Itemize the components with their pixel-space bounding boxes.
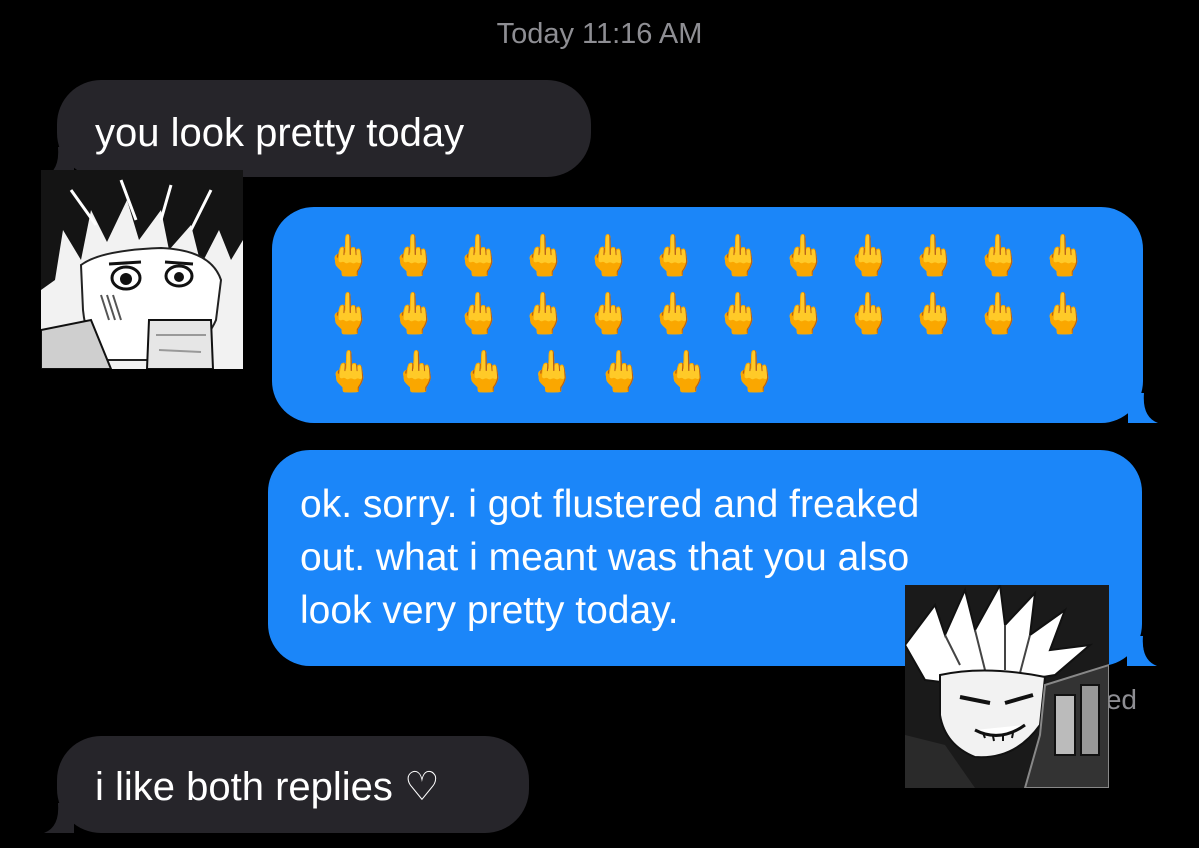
middle-finger-emoji-icon: 🖕 [324,350,375,394]
emoji-row: 🖕 🖕 🖕 🖕 🖕 🖕 🖕 [316,343,1096,401]
manga-avatar-sticker-right [905,585,1109,788]
manga-avatar-sticker-left [41,170,243,369]
conversation-timestamp: Today 11:16 AM [496,18,703,50]
middle-finger-emoji-icon: 🖕 [713,292,764,336]
middle-finger-emoji-icon: 🖕 [908,292,959,336]
middle-finger-emoji-icon: 🖕 [388,234,439,278]
middle-finger-emoji-icon: 🖕 [518,292,569,336]
middle-finger-emoji-icon: 🖕 [662,350,713,394]
middle-finger-emoji-icon: 🖕 [778,292,829,336]
middle-finger-emoji-icon: 🖕 [973,234,1024,278]
bubble-tail-icon [44,803,74,833]
message-text-line: ok. sorry. i got flustered and freaked [300,483,920,526]
message-text-line: out. what i meant was that you also [300,536,910,579]
received-message-bubble[interactable]: you look pretty today [44,80,591,177]
middle-finger-emoji-icon: 🖕 [843,234,894,278]
middle-finger-emoji-icon: 🖕 [973,292,1024,336]
middle-finger-emoji-icon: 🖕 [527,350,578,394]
middle-finger-emoji-icon: 🖕 [392,350,443,394]
sent-emoji-message-bubble[interactable]: 🖕 🖕 🖕 🖕 🖕 🖕 🖕 🖕 🖕 🖕 🖕 🖕 🖕 🖕 🖕 🖕 🖕 🖕 🖕 🖕 🖕 🖕 🖕 🖕 🖕 🖕 🖕 🖕 🖕 🖕 🖕 [272,207,1158,423]
manga-face-icon [905,585,1109,788]
middle-finger-emoji-icon: 🖕 [648,292,699,336]
middle-finger-emoji-icon: 🖕 [453,292,504,336]
middle-finger-emoji-icon: 🖕 [388,292,439,336]
middle-finger-emoji-icon: 🖕 [518,234,569,278]
middle-finger-emoji-icon: 🖕 [778,234,829,278]
message-text: i like both replies ♡ [95,765,440,809]
bubble-tail-icon [1128,393,1158,423]
middle-finger-emoji-icon: 🖕 [729,350,780,394]
middle-finger-emoji-icon: 🖕 [713,234,764,278]
middle-finger-emoji-icon: 🖕 [648,234,699,278]
middle-finger-emoji-icon: 🖕 [1038,234,1089,278]
middle-finger-emoji-icon: 🖕 [583,234,634,278]
delivered-status: ed [1105,684,1137,715]
manga-face-icon [41,170,243,369]
emoji-row: 🖕 🖕 🖕 🖕 🖕 🖕 🖕 🖕 🖕 🖕 🖕 🖕 [316,285,1096,343]
middle-finger-emoji-icon: 🖕 [1038,292,1089,336]
bubble-tail-icon [1127,636,1157,666]
middle-finger-emoji-icon: 🖕 [908,234,959,278]
middle-finger-emoji-icon: 🖕 [583,292,634,336]
emoji-row: 🖕 🖕 🖕 🖕 🖕 🖕 🖕 🖕 🖕 🖕 🖕 🖕 [316,227,1096,285]
message-text: you look pretty today [95,111,465,155]
middle-finger-emoji-icon: 🖕 [453,234,504,278]
middle-finger-emoji-icon: 🖕 [843,292,894,336]
emoji-grid: 🖕 🖕 🖕 🖕 🖕 🖕 🖕 🖕 🖕 🖕 🖕 🖕 🖕 🖕 🖕 🖕 🖕 🖕 🖕 🖕 🖕 🖕 🖕 🖕 🖕 🖕 🖕 🖕 🖕 🖕 🖕 [316,227,1096,401]
middle-finger-emoji-icon: 🖕 [323,292,374,336]
middle-finger-emoji-icon: 🖕 [594,350,645,394]
middle-finger-emoji-icon: 🖕 [323,234,374,278]
middle-finger-emoji-icon: 🖕 [459,350,510,394]
received-message-bubble[interactable]: i like both replies ♡ [44,736,529,833]
